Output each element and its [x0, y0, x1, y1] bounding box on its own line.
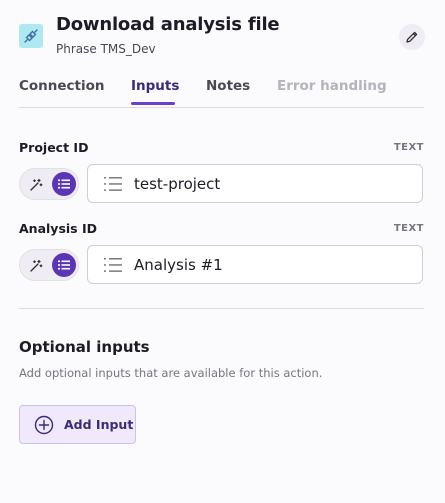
section-divider: [19, 308, 424, 309]
project-id-value: test-project: [134, 175, 221, 193]
header: Download analysis file Phrase TMS_Dev: [19, 14, 425, 58]
list-mode-icon[interactable]: [52, 172, 76, 196]
add-input-label: Add Input: [64, 417, 134, 432]
analysis-id-value: Analysis #1: [134, 256, 223, 274]
pencil-icon: [406, 31, 418, 43]
tab-bar: Connection Inputs Notes Error handling: [19, 78, 424, 108]
optional-inputs-title: Optional inputs: [19, 338, 150, 356]
active-tab-indicator: [131, 102, 175, 105]
list-icon: [104, 177, 122, 191]
magic-wand-icon[interactable]: [26, 256, 46, 276]
plus-circle-icon: [34, 415, 54, 435]
analysis-id-input[interactable]: Analysis #1: [87, 245, 423, 284]
list-icon: [104, 258, 122, 272]
tab-inputs[interactable]: Inputs: [131, 78, 179, 94]
tab-connection[interactable]: Connection: [19, 78, 105, 94]
edit-button[interactable]: [399, 24, 425, 50]
tab-notes[interactable]: Notes: [206, 78, 250, 94]
optional-inputs-description: Add optional inputs that are available f…: [19, 366, 323, 380]
page-title: Download analysis file: [56, 14, 280, 35]
analysis-id-type: TEXT: [393, 223, 424, 234]
analysis-id-label: Analysis ID: [19, 221, 97, 236]
project-id-type: TEXT: [393, 142, 424, 153]
project-id-mode-toggle[interactable]: [19, 168, 79, 200]
plug-icon: [19, 24, 43, 48]
tab-error-handling[interactable]: Error handling: [277, 78, 387, 94]
project-id-label: Project ID: [19, 140, 89, 155]
add-input-button[interactable]: Add Input: [19, 405, 136, 444]
list-mode-icon[interactable]: [52, 253, 76, 277]
magic-wand-icon[interactable]: [26, 175, 46, 195]
analysis-id-mode-toggle[interactable]: [19, 249, 79, 281]
connection-name: Phrase TMS_Dev: [56, 42, 156, 56]
project-id-input[interactable]: test-project: [87, 164, 423, 203]
